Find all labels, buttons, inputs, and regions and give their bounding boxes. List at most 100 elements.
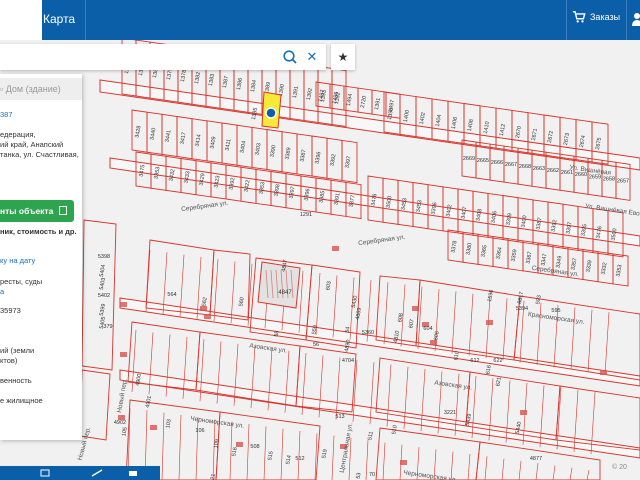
parcel-number: 4900: [135, 373, 143, 386]
parcel-number: 2668: [519, 164, 531, 170]
orders-button[interactable]: Заказы: [572, 10, 620, 24]
parcel-number: 1410: [483, 121, 491, 134]
parcel-number: 1404: [435, 114, 443, 127]
parcel-number: 1402: [419, 112, 427, 125]
parcel-number: 70: [369, 472, 375, 478]
building: [520, 410, 527, 415]
parcel-number: 3409: [209, 136, 217, 149]
parcel-divider: [230, 261, 236, 324]
address-line-3: танка, ул. Счастливая,: [0, 150, 79, 159]
parcel-number: 3397: [288, 186, 296, 199]
search-icon[interactable]: [282, 49, 298, 65]
map-canvas[interactable]: 1384138513801379137813821383138713861384…: [0, 40, 640, 480]
street: [119, 297, 640, 387]
date-report-link[interactable]: ку на дату: [0, 256, 35, 265]
parcel-number: 1398: [387, 107, 395, 120]
parcel-number: 515: [267, 451, 275, 461]
documents-button-label: нты объекта: [0, 206, 54, 216]
parcel-number: 3398: [273, 184, 281, 197]
ruler-icon: [91, 469, 103, 477]
topbar-divider: [626, 0, 627, 40]
parcel-divider: [552, 465, 556, 480]
documents-button[interactable]: нты объекта: [0, 200, 74, 222]
parcel-number: 3411: [225, 139, 233, 152]
tab-map-label[interactable]: Карта: [43, 12, 75, 26]
parcel-number: 3380: [465, 242, 473, 255]
parcel-number: 1385: [251, 107, 259, 120]
parcel-number: 1494: [346, 93, 354, 106]
parcel-number: 2657: [617, 178, 629, 184]
building: [204, 314, 211, 319]
building: [400, 460, 407, 465]
toolbar-button[interactable]: [84, 466, 110, 480]
parcel-divider: [298, 270, 304, 333]
toolbar-button[interactable]: [120, 466, 146, 480]
parcel-number: 616: [485, 365, 493, 375]
parcel-number: 4869: [355, 307, 363, 320]
parcel-number: 1408: [467, 119, 475, 132]
parcel-number: 593: [535, 295, 543, 305]
map-attribution: © 20: [612, 464, 627, 471]
layers-icon: [40, 469, 50, 477]
parcel-number: 595: [551, 308, 560, 314]
parcel-number: 3347: [540, 253, 548, 266]
parcel-number: 606: [433, 331, 441, 341]
favorites-button[interactable]: ★: [331, 44, 355, 70]
parcel-divider: [332, 275, 338, 338]
street: [99, 79, 640, 171]
cart-icon: [572, 11, 586, 23]
parcel-divider: [451, 291, 457, 354]
parcel-number: 54: [345, 326, 352, 333]
user-icon[interactable]: [632, 12, 640, 26]
parcel-number: 622: [493, 358, 502, 364]
parcel-number: 2667: [505, 162, 517, 168]
parcel-number: 3396: [314, 151, 322, 164]
parcel-number: 2670: [515, 126, 523, 139]
cadastral-map[interactable]: 1384138513801379137813821383138713861384…: [0, 40, 640, 480]
tab-map-white[interactable]: [0, 0, 42, 40]
parcel-number: 3422: [243, 179, 251, 192]
parcel-number: 3390: [269, 145, 277, 158]
cadastral-number-link[interactable]: 387: [0, 110, 13, 119]
parcel-number: 607: [408, 319, 416, 329]
info-line: ресты, суды: [0, 277, 43, 286]
parcel-number: 4901: [145, 395, 153, 408]
parcel-number: 3397: [344, 156, 352, 169]
parcel-divider: [161, 412, 165, 480]
parcel-divider: [484, 456, 488, 480]
parcel-number: 1391: [374, 97, 382, 110]
parcel-number: 379: [103, 324, 112, 330]
parcel-divider: [382, 442, 386, 480]
star-icon: ★: [337, 50, 349, 64]
parcel-number: 608: [397, 313, 405, 323]
parcel-number: 513: [335, 414, 344, 420]
parcel-number: 516: [231, 447, 239, 457]
parcel-number: 2675: [595, 137, 603, 150]
parcel-number: 3365: [480, 245, 488, 258]
parcel-number: 508: [250, 444, 259, 450]
parcel-number: 512: [295, 456, 304, 462]
parcel-divider: [212, 419, 216, 480]
close-icon[interactable]: ✕: [305, 50, 319, 64]
parcel-divider: [331, 435, 335, 480]
toolbar-button[interactable]: [32, 466, 58, 480]
info-link[interactable]: а: [0, 287, 4, 296]
documents-subtitle: ник, стоимость и др.: [0, 227, 77, 236]
parcel-number: 3332: [600, 262, 608, 275]
parcel-number: 5404: [99, 264, 107, 277]
parcel-number: 1291: [300, 212, 312, 218]
parcel-divider: [587, 309, 593, 372]
parcel-number: 3359: [510, 249, 518, 262]
parcel-number: 2671: [531, 128, 539, 141]
search-bar[interactable]: ✕: [0, 44, 326, 70]
parcel-number: 3429: [198, 173, 206, 186]
parcel-number: 3385: [318, 190, 326, 203]
parcel-number: 3392: [329, 153, 337, 166]
object-info-panel: ▫ Дом (здание) 387 едерация, ий край, Ан…: [0, 74, 82, 440]
parcel-number: 1406: [451, 116, 459, 129]
street-label: Азовская ул.: [434, 379, 473, 391]
street: [119, 369, 640, 459]
parcel-divider: [383, 282, 389, 345]
parcel-number: 53: [356, 472, 363, 479]
parcel-divider: [502, 298, 508, 361]
